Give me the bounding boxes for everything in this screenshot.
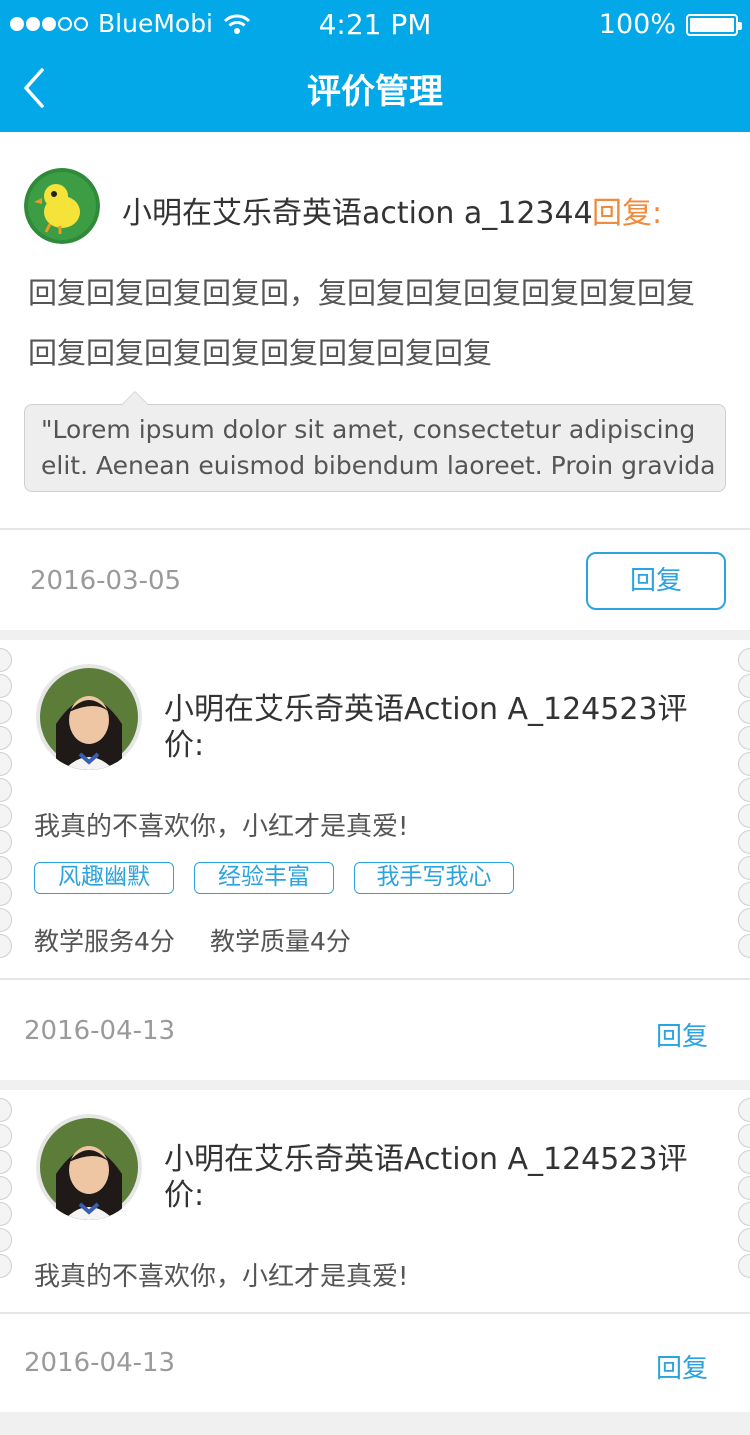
review-card: 小明在艾乐奇英语Action A_124523评 价: 我真的不喜欢你，小红才是… (0, 1090, 750, 1412)
battery-icon (686, 13, 742, 36)
binder-hole (738, 1254, 750, 1278)
page-title: 评价管理 (307, 72, 443, 112)
binder-hole (0, 1150, 12, 1174)
binder-hole (738, 674, 750, 698)
review-date: 2016-04-13 (24, 1348, 176, 1378)
review-title-line1: 小明在艾乐奇英语Action A_124523评 (164, 692, 688, 727)
binder-hole (0, 1254, 12, 1278)
binder-hole (738, 726, 750, 750)
binder-hole (738, 1124, 750, 1148)
binder-hole (0, 1098, 12, 1122)
binder-hole (738, 648, 750, 672)
binder-hole (738, 752, 750, 776)
review-card: 小明在艾乐奇英语Action A_124523评 价: 我真的不喜欢你，小红才是… (0, 640, 750, 1080)
binder-hole (0, 830, 12, 854)
reply-date: 2016-03-05 (30, 566, 182, 596)
binder-hole (0, 882, 12, 906)
binder-hole (738, 804, 750, 828)
binder-hole (738, 778, 750, 802)
battery-percent: 100% (598, 9, 676, 40)
binder-hole (0, 1176, 12, 1200)
review-title-line2: 价: (164, 728, 205, 763)
reply-link[interactable]: 回复 (656, 1016, 708, 1053)
binder-hole (0, 856, 12, 880)
teacher-avatar (36, 664, 142, 770)
battery-status: 100% (598, 9, 742, 40)
binder-hole (0, 778, 12, 802)
binder-hole (0, 726, 12, 750)
binder-hole (0, 648, 12, 672)
binder-hole (0, 674, 12, 698)
binder-hole (0, 1228, 12, 1252)
binder-hole (738, 830, 750, 854)
quality-score: 教学质量4分 (210, 927, 351, 956)
binder-hole (0, 934, 12, 958)
divider (0, 528, 750, 530)
binder-hole (738, 1176, 750, 1200)
binder-hole (0, 1124, 12, 1148)
tag-humorous: 风趣幽默 (34, 862, 174, 894)
binder-hole (738, 1202, 750, 1226)
tag-experienced: 经验丰富 (194, 862, 334, 894)
binder-hole (738, 934, 750, 958)
reply-button[interactable]: 回复 (586, 552, 726, 610)
binder-hole (0, 804, 12, 828)
review-title-line2: 价: (164, 1178, 205, 1213)
reply-author: 小明在艾乐奇英语action a_12344 (122, 196, 593, 231)
binder-hole (0, 908, 12, 932)
review-comment: 我真的不喜欢你，小红才是真爱! (34, 1262, 409, 1292)
review-comment: 我真的不喜欢你，小红才是真爱! (34, 812, 409, 842)
reply-body-line1: 回复回复回复回复回，复回复回复回复回复回复回复 (28, 276, 696, 310)
service-score: 教学服务4分 (34, 927, 175, 956)
quote-pointer (121, 391, 149, 405)
binder-hole (0, 1202, 12, 1226)
binder-hole (738, 1098, 750, 1122)
reply-body-line2: 回复回复回复回复回复回复回复回复 (28, 336, 493, 370)
review-title-line1: 小明在艾乐奇英语Action A_124523评 (164, 1142, 688, 1177)
reply-label: 回复: (592, 196, 663, 231)
binder-hole (0, 700, 12, 724)
binder-hole (738, 908, 750, 932)
binder-hole (738, 856, 750, 880)
status-bar: BlueMobi 4:21 PM 100% (0, 0, 750, 50)
binder-hole (738, 882, 750, 906)
divider (0, 978, 750, 980)
binder-hole (738, 700, 750, 724)
teacher-avatar (36, 1114, 142, 1220)
binder-hole (738, 1228, 750, 1252)
review-date: 2016-04-13 (24, 1016, 176, 1046)
quote-line2: elit. Aenean euismod bibendum laoreet. P… (41, 451, 716, 480)
quote-line1: "Lorem ipsum dolor sit amet, consectetur… (41, 415, 696, 444)
divider (0, 1312, 750, 1314)
duck-avatar (24, 168, 100, 244)
reply-link[interactable]: 回复 (656, 1348, 708, 1385)
app-header: BlueMobi 4:21 PM 100% 评价管理 (0, 0, 750, 132)
binder-hole (0, 752, 12, 776)
reply-card: 小明在艾乐奇英语action a_12344 回复: 回复回复回复回复回，复回复… (0, 132, 750, 630)
tag-write-my-heart: 我手写我心 (354, 862, 514, 894)
binder-hole (738, 1150, 750, 1174)
quoted-comment: "Lorem ipsum dolor sit amet, consectetur… (24, 391, 726, 492)
